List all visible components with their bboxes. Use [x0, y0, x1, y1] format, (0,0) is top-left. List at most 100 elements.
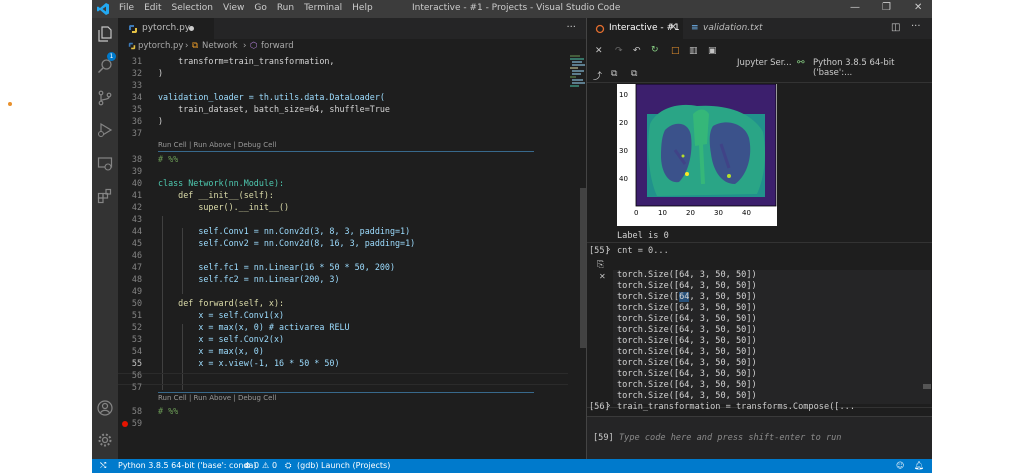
chevron-right-icon: ›	[185, 41, 189, 51]
minimize-icon[interactable]: —	[850, 2, 860, 13]
menu-terminal[interactable]: Terminal	[304, 3, 342, 13]
redo-icon[interactable]: ↷	[615, 46, 623, 56]
more-actions-icon[interactable]: ···	[566, 22, 576, 33]
x-tick-label: 0	[634, 209, 638, 217]
line-number: 53	[131, 334, 142, 344]
error-count[interactable]: 0	[254, 461, 259, 470]
code-line: validation_loader = th.utils.data.DataLo…	[158, 92, 385, 102]
image-plot-output: 10 20 30 40 0 10 20 30 40	[617, 84, 777, 226]
y-tick-label: 40	[619, 175, 628, 183]
cell-separator	[158, 392, 534, 393]
chevron-right-icon[interactable]: ›	[607, 401, 611, 411]
breadcrumb-method[interactable]: forward	[261, 41, 294, 51]
breadcrumb-class[interactable]: Network	[202, 41, 238, 51]
warnings-icon[interactable]: ⚠	[262, 461, 269, 470]
chevron-right-icon: ›	[243, 41, 247, 51]
line-number: 37	[131, 128, 142, 138]
code-area[interactable]: 31 transform=train_transformation, 32 ) …	[118, 54, 568, 459]
extensions-icon[interactable]	[97, 188, 113, 204]
code-line: )	[158, 68, 164, 78]
goto-code-icon[interactable]: ⎘	[597, 260, 604, 270]
debug-launch-config[interactable]: (gdb) Launch (Projects)	[297, 461, 390, 470]
x-tick-label: 10	[658, 209, 667, 217]
line-number: 44	[131, 226, 142, 236]
input-cell-number: [59]	[593, 433, 614, 443]
output-line: torch.Size([64, 3, 50, 50])	[617, 270, 757, 280]
line-number: 47	[131, 262, 142, 272]
line-number: 40	[131, 178, 142, 188]
python-interpreter[interactable]: Python 3.8.5 64-bit ('base': conda)	[118, 461, 257, 470]
collapse-all-icon[interactable]: ⧉	[611, 69, 617, 79]
debug-launch-icon[interactable]: ⛭	[285, 461, 291, 471]
label-output: Label is 0	[617, 231, 669, 241]
menu-bar: File Edit Selection View Go Run Terminal…	[119, 3, 373, 13]
line-number: 45	[131, 238, 142, 248]
python-file-icon	[128, 42, 136, 50]
remote-explorer-icon[interactable]	[97, 156, 113, 172]
chevron-right-icon[interactable]: ›	[607, 245, 611, 255]
x-tick-label: 20	[686, 209, 695, 217]
x-tick-label: 30	[714, 209, 723, 217]
line-number: 51	[131, 310, 142, 320]
text-file-icon: ≡	[691, 23, 699, 33]
cell-codelens[interactable]: Run Cell | Run Above | Debug Cell	[158, 394, 276, 402]
interactive-input-box[interactable]: [59] Type code here and press shift-ente…	[587, 416, 932, 459]
menu-go[interactable]: Go	[254, 3, 266, 13]
close-window-icon[interactable]: ✕	[914, 2, 922, 13]
line-number: 31	[131, 56, 142, 66]
menu-selection[interactable]: Selection	[172, 3, 213, 13]
menu-file[interactable]: File	[119, 3, 134, 13]
unsaved-dot-icon[interactable]	[189, 26, 194, 31]
restore-icon[interactable]: ❐	[882, 2, 891, 13]
tab-validation-txt[interactable]: validation.txt	[703, 23, 763, 33]
code-line: super().__init__()	[158, 202, 290, 212]
cell-codelens[interactable]: Run Cell | Run Above | Debug Cell	[158, 141, 276, 149]
undo-icon[interactable]: ↶	[633, 46, 641, 56]
input-placeholder[interactable]: Type code here and press shift-enter to …	[619, 433, 841, 443]
split-editor-icon[interactable]: ◫	[891, 22, 900, 33]
interrupt-kernel-icon[interactable]: □	[671, 46, 680, 56]
tab-interactive[interactable]: Interactive - #1 ✕	[587, 18, 683, 39]
code-line: self.Conv2 = nn.Conv2d(8, 16, 3, padding…	[158, 238, 416, 248]
current-line-highlight	[118, 373, 568, 385]
menu-run[interactable]: Run	[277, 3, 294, 13]
remote-icon[interactable]: ⤭	[100, 461, 106, 471]
source-control-icon[interactable]	[97, 90, 113, 106]
variables-icon[interactable]: ▥	[689, 46, 698, 56]
feedback-icon[interactable]: ☺	[896, 461, 904, 470]
jupyter-server-status[interactable]: Jupyter Ser...	[737, 58, 792, 68]
accounts-icon[interactable]	[97, 400, 113, 416]
close-tab-icon[interactable]: ✕	[669, 22, 677, 33]
restart-kernel-icon[interactable]: ↻	[651, 45, 659, 55]
run-debug-icon[interactable]	[97, 122, 113, 138]
errors-icon[interactable]: ⊗	[244, 461, 251, 470]
search-icon[interactable]	[97, 58, 113, 74]
kernel-selector[interactable]: Python 3.8.5 64-bit ('base':...	[813, 58, 932, 78]
settings-gear-icon[interactable]	[97, 432, 113, 448]
menu-help[interactable]: Help	[352, 3, 373, 13]
export-icon[interactable]: ⤴	[593, 69, 602, 82]
code-line: x = self.Conv1(x)	[158, 310, 285, 320]
code-line: x = max(x, 0) # activarea RELU	[158, 322, 350, 332]
breadcrumb-file[interactable]: pytorch.py	[138, 41, 183, 51]
cell-55-code[interactable]: cnt = 0...	[617, 246, 669, 256]
code-line: def forward(self, x):	[158, 298, 285, 308]
menu-edit[interactable]: Edit	[144, 3, 161, 13]
cell-56-code[interactable]: train_transformation = transforms.Compos…	[617, 402, 855, 412]
notifications-bell-icon[interactable]: 🔔︎	[914, 461, 924, 470]
more-actions-icon[interactable]: ···	[911, 21, 921, 32]
output-scrollbar[interactable]	[923, 384, 931, 389]
delete-cell-icon[interactable]: ✕	[599, 272, 606, 281]
code-line: class Network(nn.Module):	[158, 178, 285, 188]
cell-divider	[587, 242, 932, 243]
explorer-icon[interactable]	[97, 26, 113, 42]
menu-view[interactable]: View	[223, 3, 244, 13]
class-symbol-icon: ⧉	[192, 41, 199, 51]
output-line: torch.Size([64, 3, 50, 50])	[617, 369, 757, 379]
save-icon[interactable]: ▣	[708, 46, 717, 56]
tab-pytorch-py[interactable]: pytorch.py	[118, 18, 214, 39]
warning-count[interactable]: 0	[272, 461, 277, 470]
output-line: torch.Size([64, 3, 50, 50])	[617, 380, 757, 390]
expand-all-icon[interactable]: ⧉	[631, 69, 637, 79]
clear-all-icon[interactable]: ✕	[595, 46, 603, 56]
